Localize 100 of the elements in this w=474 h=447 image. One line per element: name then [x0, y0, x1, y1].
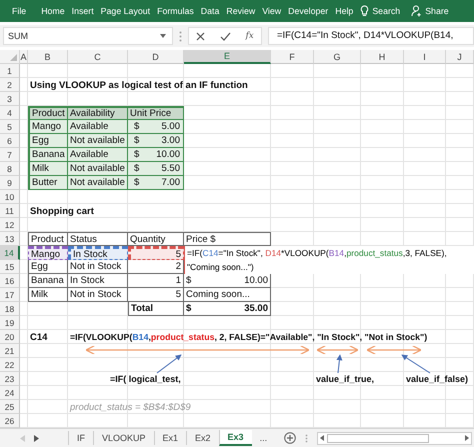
table-cell: Coming soon...: [184, 288, 271, 302]
ribbon-tab[interactable]: Page Layout: [100, 6, 150, 16]
row-header[interactable]: 24: [0, 386, 20, 400]
row-header[interactable]: 11: [0, 204, 20, 218]
row-header[interactable]: 19: [0, 316, 20, 330]
ribbon-tab[interactable]: File: [12, 6, 26, 16]
row-header[interactable]: 20: [0, 330, 20, 344]
table-header-cell: Product: [28, 106, 68, 120]
row-header[interactable]: 2: [0, 78, 20, 92]
next-sheet-icon[interactable]: [34, 434, 39, 442]
cancel-icon[interactable]: [196, 32, 206, 40]
table-header-cell: Availability: [68, 106, 128, 120]
column-header[interactable]: J: [446, 50, 474, 64]
person-add-icon: [411, 5, 422, 17]
enter-check-icon[interactable]: [220, 32, 231, 40]
ribbon-tab[interactable]: Developer: [288, 6, 328, 16]
table-cell: Egg: [28, 134, 68, 148]
ribbon-tab[interactable]: Data: [200, 6, 220, 16]
table-cell: Butter: [28, 176, 68, 190]
table-cell: $ 3.00: [128, 134, 184, 148]
table-cell: $ 10.00: [128, 148, 184, 162]
row-header[interactable]: 22: [0, 358, 20, 372]
span-arrow: [316, 345, 359, 355]
row-header[interactable]: 7: [0, 148, 20, 162]
table-cell: Not available: [68, 176, 128, 190]
table-cell: Not available: [68, 162, 128, 176]
row-header[interactable]: 6: [0, 134, 20, 148]
leader-arrow: [336, 354, 342, 374]
column-header[interactable]: C: [68, 50, 128, 64]
column-header[interactable]: A: [20, 50, 28, 64]
horizontal-scrollbar[interactable]: [317, 432, 472, 444]
leader-arrow: [401, 354, 430, 374]
note-text: product_status = $B$4:$D$9: [68, 400, 192, 414]
lightbulb-icon: [360, 5, 370, 17]
table-cell: Not in Stock: [68, 260, 128, 274]
argument-label: value_if_false): [405, 373, 470, 386]
argument-label: =IF( logical_test,: [109, 373, 182, 386]
ribbon-tab[interactable]: Formulas: [157, 6, 194, 16]
scroll-right-icon[interactable]: [465, 435, 469, 441]
table-header-cell: Quantity: [128, 232, 184, 246]
column-header[interactable]: G: [314, 50, 361, 64]
formula-text: "Coming soon..."): [186, 261, 255, 274]
table-cell: $ 35.00: [184, 302, 271, 316]
insert-function-button[interactable]: fx: [246, 31, 254, 41]
argument-label: value_if_true,: [315, 373, 376, 386]
table-cell: 5: [128, 246, 184, 260]
name-box[interactable]: SUM: [3, 27, 173, 45]
sheet-tab[interactable]: VLOOKUP: [93, 431, 154, 445]
column-header[interactable]: I: [404, 50, 446, 64]
row-header[interactable]: 12: [0, 218, 20, 232]
row-header[interactable]: 5: [0, 120, 20, 134]
row-header[interactable]: 4: [0, 106, 20, 120]
column-header[interactable]: B: [28, 50, 68, 64]
more-sheets-button[interactable]: ...: [252, 431, 276, 445]
ribbon-tab[interactable]: Review: [226, 6, 256, 16]
table-cell: Not in Stock: [68, 288, 128, 302]
row-header[interactable]: 18: [0, 302, 20, 316]
row-header[interactable]: 23: [0, 372, 20, 386]
formula-field[interactable]: =IF(C14="In Stock", D14*VLOOKUP(B14,: [268, 27, 474, 45]
drag-handle-icon[interactable]: [179, 30, 182, 42]
table-cell: Total: [128, 302, 184, 316]
row-header[interactable]: 15: [0, 260, 20, 274]
table-cell: Milk: [28, 288, 68, 302]
table-cell: Banana: [28, 148, 68, 162]
table-cell: Egg: [28, 260, 68, 274]
scroll-left-icon[interactable]: [320, 435, 324, 441]
search-button[interactable]: Search: [360, 5, 400, 17]
row-header[interactable]: 9: [0, 176, 20, 190]
row-header[interactable]: 21: [0, 344, 20, 358]
row-header[interactable]: 10: [0, 190, 20, 204]
ribbon-tab[interactable]: View: [262, 6, 282, 16]
row-header[interactable]: 13: [0, 232, 20, 246]
table-cell: $ 7.00: [128, 176, 184, 190]
row-header[interactable]: 14: [0, 246, 20, 260]
row-header[interactable]: 3: [0, 92, 20, 106]
row-header[interactable]: 1: [0, 64, 20, 78]
row-header[interactable]: 8: [0, 162, 20, 176]
add-sheet-icon[interactable]: [284, 432, 296, 444]
table-cell: In Stock: [68, 274, 128, 288]
ribbon-tab[interactable]: Help: [335, 6, 354, 16]
column-header[interactable]: F: [271, 50, 314, 64]
row-header[interactable]: 25: [0, 400, 20, 414]
column-header[interactable]: E: [184, 50, 271, 64]
ribbon-tab[interactable]: Insert: [72, 6, 94, 16]
formula-text: =IF(VLOOKUP(B14,product_status, 2, FALSE)="Available", "In Stock", "Not in Stock"): [69, 331, 428, 344]
table-header-cell: Product: [28, 232, 68, 246]
table-cell: Not available: [68, 134, 128, 148]
sheet-tab[interactable]: Ex3: [218, 430, 252, 446]
column-header[interactable]: H: [361, 50, 404, 64]
share-button[interactable]: Share: [411, 5, 449, 17]
ribbon-tab[interactable]: Home: [41, 6, 65, 16]
table-cell: 2: [128, 260, 184, 274]
cell-editor[interactable]: =IF(C14="In Stock", D14*VLOOKUP(B14,product_status,3, FALSE), "Coming soon..."): [184, 246, 474, 274]
sheet-tab[interactable]: IF: [68, 431, 93, 445]
sheet-tab[interactable]: Ex1: [154, 431, 186, 445]
row-header[interactable]: 17: [0, 288, 20, 302]
drag-handle-icon[interactable]: [305, 434, 308, 442]
column-header[interactable]: D: [128, 50, 184, 64]
row-header[interactable]: 16: [0, 274, 20, 288]
row-header[interactable]: 26: [0, 414, 20, 428]
